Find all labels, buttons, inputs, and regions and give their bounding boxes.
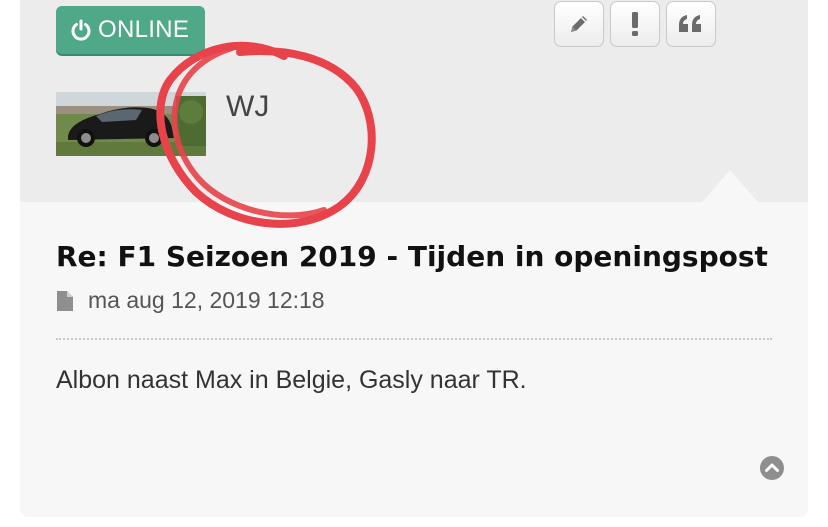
back-to-top-button[interactable] [760, 456, 784, 480]
exclamation-icon [632, 12, 638, 36]
quote-button[interactable] [666, 1, 716, 47]
username[interactable]: WJ [226, 90, 269, 124]
post-content: Albon naast Max in Belgie, Gasly naar TR… [56, 366, 527, 394]
chevron-up-circle-icon [760, 456, 784, 480]
power-icon [71, 19, 91, 41]
content-divider [56, 338, 772, 340]
avatar[interactable] [56, 92, 206, 156]
pencil-icon [571, 16, 587, 32]
report-button[interactable] [610, 1, 660, 47]
post-actions [554, 0, 716, 47]
online-status-label: ONLINE [98, 16, 190, 43]
avatar-photo [56, 92, 206, 156]
document-icon [57, 290, 73, 311]
quote-icon [679, 15, 701, 32]
profile-notch [702, 170, 758, 202]
post-meta: ma aug 12, 2019 12:18 [56, 287, 325, 314]
post-title[interactable]: Re: F1 Seizoen 2019 - Tijden in openings… [56, 240, 768, 273]
online-status-badge: ONLINE [56, 6, 205, 54]
post-screen: ONLINE WJ Re: F1 Seizoen 2019 - Tijden i… [0, 0, 828, 527]
edit-button[interactable] [554, 1, 604, 47]
post-date: ma aug 12, 2019 12:18 [88, 287, 325, 313]
post-card: ONLINE WJ Re: F1 Seizoen 2019 - Tijden i… [20, 0, 808, 517]
